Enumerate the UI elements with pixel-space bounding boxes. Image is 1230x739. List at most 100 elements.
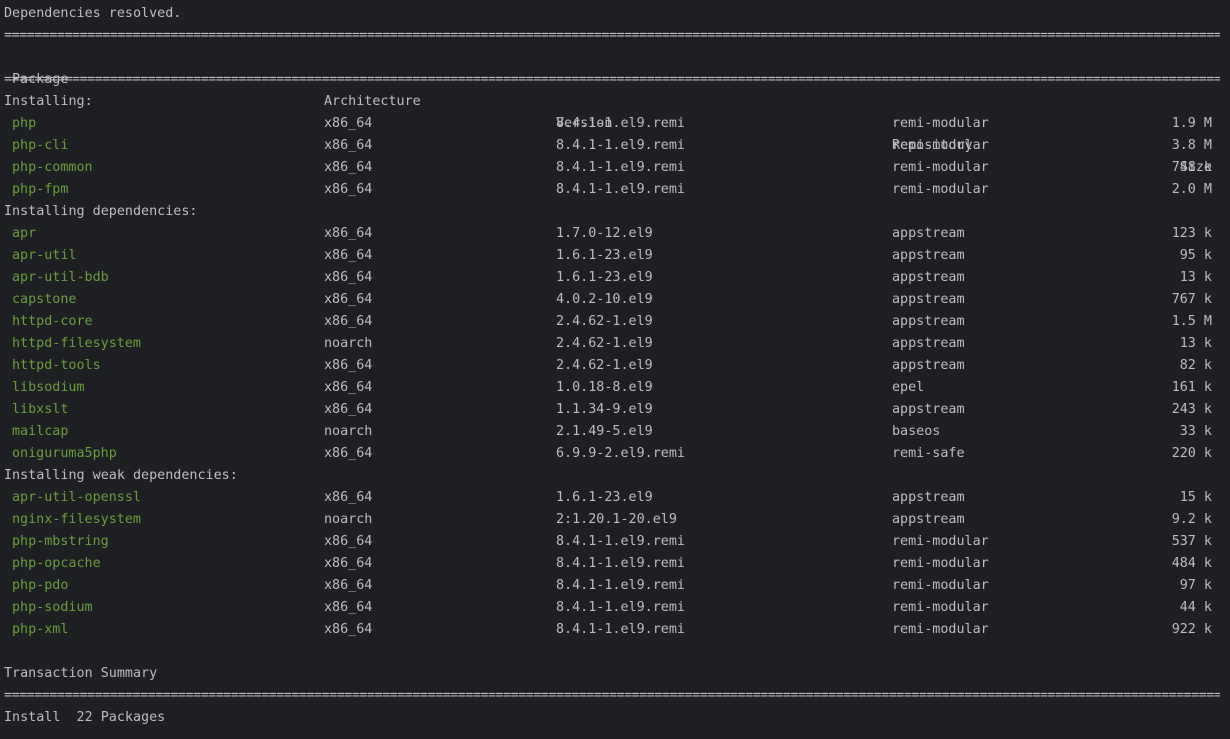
package-name: libsodium xyxy=(12,380,85,395)
package-arch: x86_64 xyxy=(324,622,373,637)
summary-install-line: Install 22 Packages xyxy=(4,710,166,725)
table-row: php-sodium x86_64 8.4.1-1.el9.remi remi-mod… xyxy=(4,597,1226,619)
package-arch: noarch xyxy=(324,336,373,351)
package-version: 2.4.62-1.el9 xyxy=(556,314,653,329)
table-row: php-fpm x86_64 8.4.1-1.el9.remi remi-modula… xyxy=(4,179,1226,201)
package-arch: x86_64 xyxy=(324,600,373,615)
package-size: 767 k xyxy=(1171,292,1212,307)
package-size: 537 k xyxy=(1171,534,1212,549)
package-sections: Installing: php x86_64 8.4.1-1.el9.remi remi… xyxy=(4,91,1226,641)
package-repo: baseos xyxy=(892,424,941,439)
package-version: 8.4.1-1.el9.remi xyxy=(556,534,685,549)
table-row: nginx-filesystem noarch 2:1.20.1-20.el9 app… xyxy=(4,509,1226,531)
package-name: mailcap xyxy=(12,424,69,439)
package-version: 8.4.1-1.el9.remi xyxy=(556,116,685,131)
table-row: apr-util-bdb x86_64 1.6.1-23.el9 appstream 1… xyxy=(4,267,1226,289)
table-row: php-opcache x86_64 8.4.1-1.el9.remi remi-mo… xyxy=(4,553,1226,575)
package-size: 97 k xyxy=(1179,578,1212,593)
package-version: 1.6.1-23.el9 xyxy=(556,270,653,285)
package-arch: x86_64 xyxy=(324,446,373,461)
package-repo: remi-modular xyxy=(892,182,989,197)
package-version: 8.4.1-1.el9.remi xyxy=(556,600,685,615)
package-repo: appstream xyxy=(892,490,965,505)
package-name: apr-util xyxy=(12,248,77,263)
package-name: php xyxy=(12,116,37,131)
package-name: apr-util-bdb xyxy=(12,270,109,285)
package-size: 484 k xyxy=(1171,556,1212,571)
package-name: httpd-core xyxy=(12,314,93,329)
package-arch: x86_64 xyxy=(324,270,373,285)
section-title: Installing dependencies: xyxy=(4,204,198,219)
table-row: php-xml x86_64 8.4.1-1.el9.remi remi-modula… xyxy=(4,619,1226,641)
package-repo: appstream xyxy=(892,402,965,417)
package-arch: noarch xyxy=(324,512,373,527)
package-name: php-xml xyxy=(12,622,69,637)
package-size: 44 k xyxy=(1179,600,1212,615)
package-name: php-opcache xyxy=(12,556,101,571)
table-row: php-common x86_64 8.4.1-1.el9.remi remi-mod… xyxy=(4,157,1226,179)
separator-header: ========================================… xyxy=(4,72,1220,87)
package-name: php-fpm xyxy=(12,182,69,197)
package-version: 8.4.1-1.el9.remi xyxy=(556,138,685,153)
table-row: capstone x86_64 4.0.2-10.el9 appstream 767 k xyxy=(4,289,1226,311)
summary-title: Transaction Summary xyxy=(4,666,158,681)
table-row: php x86_64 8.4.1-1.el9.remi remi-modular 1.9… xyxy=(4,113,1226,135)
package-repo: remi-safe xyxy=(892,446,965,461)
package-size: 95 k xyxy=(1179,248,1212,263)
status-line: Dependencies resolved. xyxy=(4,6,182,21)
package-version: 1.7.0-12.el9 xyxy=(556,226,653,241)
package-repo: remi-modular xyxy=(892,556,989,571)
package-name: oniguruma5php xyxy=(12,446,117,461)
package-size: 161 k xyxy=(1171,380,1212,395)
package-repo: appstream xyxy=(892,512,965,527)
table-row: httpd-core x86_64 2.4.62-1.el9 appstream 1.5… xyxy=(4,311,1226,333)
package-arch: x86_64 xyxy=(324,314,373,329)
package-version: 8.4.1-1.el9.remi xyxy=(556,182,685,197)
package-version: 2.4.62-1.el9 xyxy=(556,336,653,351)
package-size: 3.8 M xyxy=(1171,138,1212,153)
package-size: 123 k xyxy=(1171,226,1212,241)
package-repo: remi-modular xyxy=(892,600,989,615)
table-row: php-pdo x86_64 8.4.1-1.el9.remi remi-modula… xyxy=(4,575,1226,597)
table-row: httpd-tools x86_64 2.4.62-1.el9 appstream 82… xyxy=(4,355,1226,377)
package-arch: x86_64 xyxy=(324,358,373,373)
table-header: Package Architecture Version Repository … xyxy=(4,47,1226,175)
table-row: oniguruma5php x86_64 6.9.9-2.el9.remi remi-… xyxy=(4,443,1226,465)
package-name: nginx-filesystem xyxy=(12,512,141,527)
package-repo: remi-modular xyxy=(892,160,989,175)
package-repo: appstream xyxy=(892,336,965,351)
table-row: httpd-filesystem noarch 2.4.62-1.el9 appstr… xyxy=(4,333,1226,355)
package-size: 748 k xyxy=(1171,160,1212,175)
package-name: php-sodium xyxy=(12,600,93,615)
terminal-output[interactable]: Dependencies resolved. =================… xyxy=(4,3,1226,729)
package-version: 8.4.1-1.el9.remi xyxy=(556,578,685,593)
package-version: 6.9.9-2.el9.remi xyxy=(556,446,685,461)
table-row: apr x86_64 1.7.0-12.el9 appstream 123 k xyxy=(4,223,1226,245)
package-repo: remi-modular xyxy=(892,534,989,549)
package-repo: remi-modular xyxy=(892,578,989,593)
package-arch: x86_64 xyxy=(324,138,373,153)
package-version: 1.6.1-23.el9 xyxy=(556,490,653,505)
package-repo: appstream xyxy=(892,270,965,285)
package-repo: appstream xyxy=(892,248,965,263)
package-name: capstone xyxy=(12,292,77,307)
package-arch: x86_64 xyxy=(324,556,373,571)
package-version: 1.1.34-9.el9 xyxy=(556,402,653,417)
package-arch: x86_64 xyxy=(324,402,373,417)
table-row: php-mbstring x86_64 8.4.1-1.el9.remi remi-m… xyxy=(4,531,1226,553)
package-size: 2.0 M xyxy=(1171,182,1212,197)
separator-top: ========================================… xyxy=(4,28,1220,43)
table-row: mailcap noarch 2.1.49-5.el9 baseos 33 k xyxy=(4,421,1226,443)
package-arch: x86_64 xyxy=(324,534,373,549)
package-version: 2.1.49-5.el9 xyxy=(556,424,653,439)
package-arch: x86_64 xyxy=(324,182,373,197)
package-arch: x86_64 xyxy=(324,160,373,175)
package-arch: x86_64 xyxy=(324,490,373,505)
package-size: 9.2 k xyxy=(1171,512,1212,527)
package-repo: remi-modular xyxy=(892,138,989,153)
package-size: 15 k xyxy=(1179,490,1212,505)
package-repo: remi-modular xyxy=(892,622,989,637)
package-size: 13 k xyxy=(1179,270,1212,285)
package-name: apr xyxy=(12,226,37,241)
